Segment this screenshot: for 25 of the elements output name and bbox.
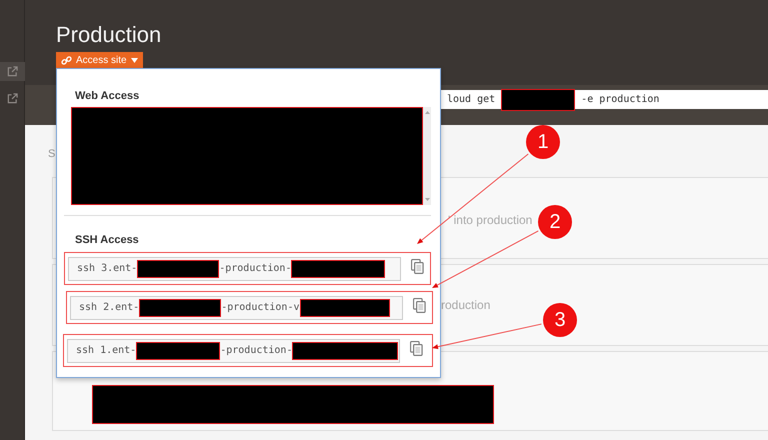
ssh-command-field[interactable]: ssh 2.ent- -production-v — [70, 296, 403, 320]
command-text: loud get — [447, 94, 496, 105]
command-field[interactable]: loud get -e production — [441, 90, 768, 109]
section-heading: Web Access — [75, 89, 140, 103]
external-link-icon — [7, 93, 18, 104]
ssh-command-text: -production- — [220, 345, 292, 356]
sidebar-item[interactable] — [0, 62, 25, 81]
ssh-command-text: ssh 2.ent- — [79, 302, 140, 313]
copy-icon — [410, 340, 423, 356]
ssh-command-field[interactable]: ssh 3.ent- -production- — [68, 256, 401, 280]
page-title: Production — [56, 21, 162, 49]
section-label: S — [48, 148, 56, 160]
ssh-command-text: -production-v — [221, 302, 300, 313]
section-heading: SSH Access — [75, 233, 139, 247]
copy-icon — [413, 298, 426, 312]
external-link-icon — [7, 66, 18, 77]
ssh-command-field[interactable]: ssh 1.ent- -production- — [67, 338, 400, 362]
ssh-command-text: ssh 3.ent- — [77, 263, 138, 274]
command-text: -e production — [581, 94, 660, 105]
ssh-command-text: ssh 1.ent- — [76, 345, 136, 356]
ssh-command-text: -production- — [219, 263, 292, 274]
caret-icon — [130, 58, 138, 63]
card-text: roduction — [441, 298, 490, 312]
copy-icon — [411, 258, 424, 274]
link-icon — [61, 55, 72, 66]
